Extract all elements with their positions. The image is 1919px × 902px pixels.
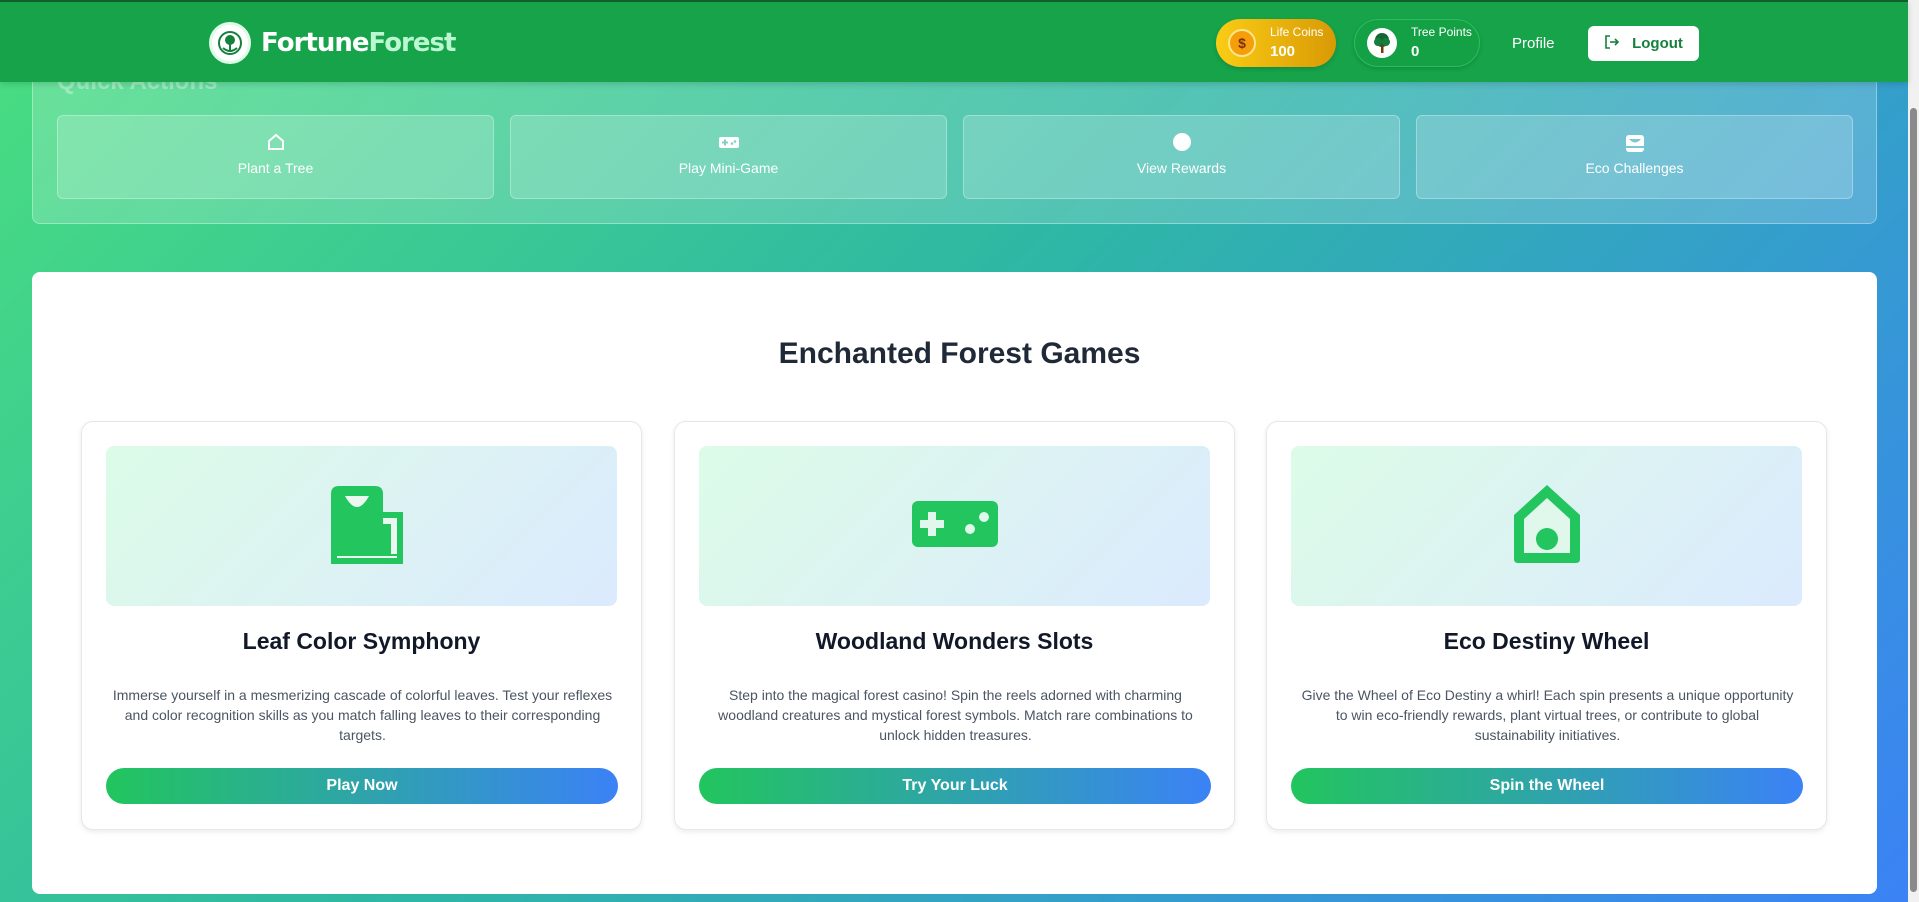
logout-label: Logout	[1632, 35, 1683, 52]
quick-action-label: Plant a Tree	[237, 160, 314, 176]
quick-action-label: Play Mini-Game	[678, 160, 779, 176]
circle-icon	[1172, 132, 1192, 156]
game-image	[1291, 446, 1802, 606]
tree-icon	[1367, 28, 1397, 58]
logo-icon	[209, 22, 251, 64]
home-icon	[266, 132, 286, 156]
inbox-icon	[317, 484, 407, 569]
life-coins-label: Life Coins	[1270, 24, 1324, 39]
quick-action-view-rewards[interactable]: View Rewards	[963, 115, 1400, 199]
quick-action-mini-game[interactable]: Play Mini-Game	[510, 115, 947, 199]
quick-action-eco-challenges[interactable]: Eco Challenges	[1416, 115, 1853, 199]
game-title: Eco Destiny Wheel	[1443, 628, 1650, 654]
games-title: Enchanted Forest Games	[778, 337, 1141, 370]
quick-action-plant-tree[interactable]: Plant a Tree	[57, 115, 494, 199]
top-nav-bar: FortuneForest $ Life Coins 100 Tree Poin…	[0, 0, 1908, 82]
quick-action-label: View Rewards	[1136, 160, 1227, 176]
page-scrollbar[interactable]	[1908, 0, 1919, 902]
profile-link[interactable]: Profile	[1512, 35, 1555, 52]
game-card-woodland-wonders-slots: Woodland Wonders Slots Step into the mag…	[674, 421, 1235, 830]
game-image	[699, 446, 1210, 606]
logout-button[interactable]: Logout	[1588, 26, 1699, 61]
game-description: Give the Wheel of Eco Destiny a whirl! E…	[1301, 687, 1794, 743]
game-card-eco-destiny-wheel: Eco Destiny Wheel Give the Wheel of Eco …	[1266, 421, 1827, 830]
gamepad-icon	[910, 499, 1000, 554]
logo-text: FortuneForest	[261, 28, 456, 58]
try-your-luck-button[interactable]: Try Your Luck	[699, 768, 1211, 804]
game-title: Woodland Wonders Slots	[815, 628, 1094, 654]
game-description: Immerse yourself in a mesmerizing cascad…	[112, 687, 613, 743]
scrollbar-thumb[interactable]	[1910, 108, 1917, 892]
game-card-leaf-color-symphony: Leaf Color Symphony Immerse yourself in …	[81, 421, 642, 830]
tree-points-value: 0	[1411, 42, 1420, 60]
spin-the-wheel-button[interactable]: Spin the Wheel	[1291, 768, 1803, 804]
quick-action-label: Eco Challenges	[1585, 160, 1684, 176]
game-description: Step into the magical forest casino! Spi…	[718, 687, 1193, 743]
game-title: Leaf Color Symphony	[242, 628, 481, 654]
life-coins-value: 100	[1270, 42, 1296, 60]
inbox-icon	[1624, 132, 1646, 156]
play-now-button[interactable]: Play Now	[106, 768, 618, 804]
life-coins-badge: $ Life Coins 100	[1216, 19, 1336, 67]
game-image	[106, 446, 617, 606]
coin-icon: $	[1228, 29, 1256, 57]
gamepad-icon	[718, 132, 740, 156]
tree-points-badge: Tree Points 0	[1354, 19, 1480, 67]
logout-icon	[1604, 34, 1620, 54]
home-icon	[1512, 483, 1582, 570]
tree-points-label: Tree Points	[1411, 24, 1472, 39]
logo[interactable]: FortuneForest	[209, 22, 456, 64]
